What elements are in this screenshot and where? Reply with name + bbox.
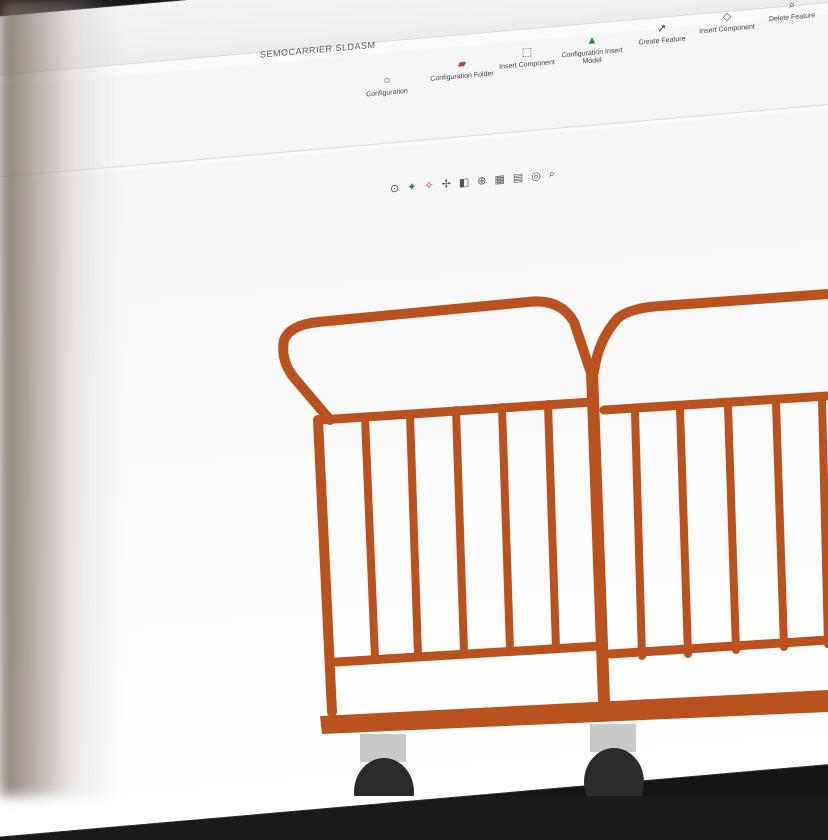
- bar-right-2: [676, 405, 692, 658]
- bar-left-2: [406, 410, 422, 660]
- bar-left-1: [361, 414, 379, 662]
- foreground-blur: [0, 0, 120, 796]
- bar-right-3: [724, 402, 740, 654]
- caster-left-wheel: [354, 758, 414, 796]
- bar-left-4: [498, 403, 514, 654]
- bar-right-1: [631, 408, 646, 660]
- top-rail-right: [599, 391, 828, 415]
- bar-right-5: [818, 396, 828, 648]
- right-handle: [589, 289, 828, 377]
- bar-right-4: [772, 399, 788, 651]
- cart-model[interactable]: [0, 0, 828, 796]
- bar-left-3: [452, 406, 468, 656]
- caster-left-bracket: [360, 734, 406, 762]
- cart-deck: [320, 690, 828, 734]
- caster-middle-bracket: [590, 724, 636, 752]
- caster-middle-wheel: [584, 748, 644, 796]
- left-end-post: [313, 415, 337, 717]
- bar-left-5: [544, 400, 560, 652]
